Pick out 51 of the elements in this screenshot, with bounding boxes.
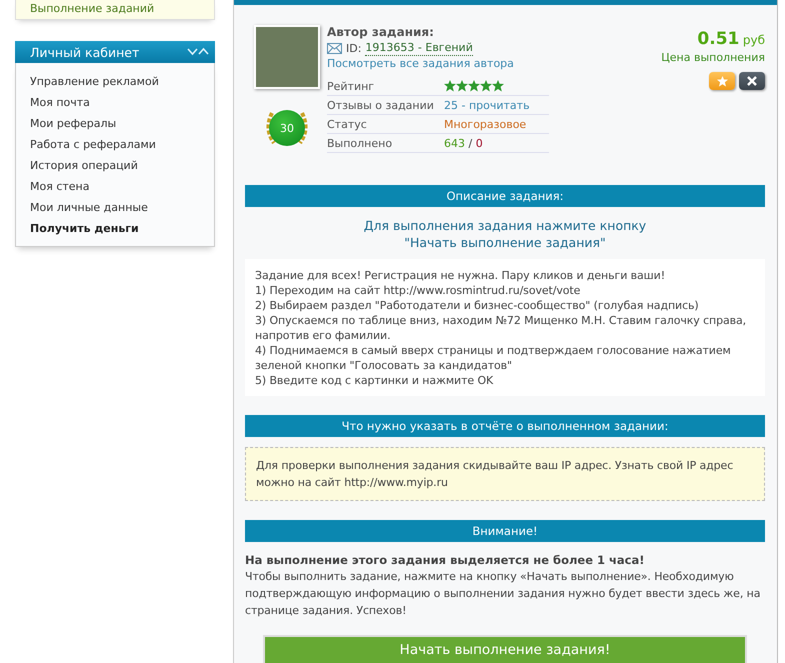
stat-label: Выполнено [327,136,394,150]
star-icon [468,80,480,92]
report-text: Для проверки выполнения задания скидывайте ваш IP адрес. Узнать свой IP адрес можно на сайт http://www.myip.ru [256,458,734,491]
price-currency: руб [742,33,765,47]
section-header: Внимание! [245,520,765,542]
section-title: Личный кабинет [30,44,140,60]
menu-item[interactable]: Моя почта [30,92,90,113]
price-amount: 0.51 [697,29,740,49]
id-label: ID: [346,40,362,56]
stat-label: Статус [327,118,368,130]
collapse-chevrons-icon[interactable] [187,47,209,57]
star-icon [444,80,456,92]
rejected-count: 0 [476,136,483,150]
menu-item[interactable]: История операций [30,155,138,176]
section-header: Что нужно указать в отчёте о выполненном задании: [245,415,765,437]
completed-count: 643 [444,136,465,150]
status-value: Многоразовое [444,118,526,130]
count-separator: / [468,136,472,150]
close-icon [747,76,757,86]
menu-item[interactable]: Мои рефералы [30,113,116,134]
price-label: Цена выполнения [661,51,765,64]
instruction-title: Для выполнения задания нажмите кнопку [362,217,648,234]
author-heading: Автор задания: [327,25,435,40]
avatar-photo-placeholder [254,25,320,89]
description-line: 1) Переходим на сайт http://www.rosmintrud.ru/sovet/vote [255,283,582,298]
star-icon [716,76,728,86]
stat-label: Отзывы о задании [327,98,435,112]
menu-item[interactable]: Моя стена [30,176,90,197]
instruction-title: "Начать выполнение задания" [403,234,607,251]
description-line: Задание для всех! Регистрация не нужна. Пару кликов и деньги ваши! [255,268,666,283]
star-icon [480,80,492,92]
menu-item[interactable]: Получить деньги [30,218,139,239]
menu-item[interactable]: Мои личные данные [30,197,148,218]
envelope-icon[interactable] [327,42,342,54]
menu-item[interactable]: Работа с рефералами [30,134,156,155]
menu-item[interactable]: Управление рекламой [30,71,159,92]
author-link[interactable]: 1913653 - Евгений [365,40,473,56]
close-button[interactable] [739,72,765,90]
time-limit-warning: На выполнение этого задания выделяется не более 1 часа! [245,552,646,568]
section-header[interactable]: Личный кабинет [15,41,215,63]
all-tasks-link[interactable]: Посмотреть все задания автора [327,56,549,72]
star-icon [456,80,468,92]
description-line: 3) Опускаемся по таблице вниз, находим №72 Мищенко М.Н. Ставим галочку справа, напротив его фамилии. [255,313,748,343]
stat-label: Рейтинг [327,80,376,92]
reviews-link[interactable]: 25 - прочитать [444,98,530,112]
attention-text: Чтобы выполнить задание, нажмите на кнопку «Начать выполнение». Необходимую подтверждающую информацию о выполнении задания нужно будет ввести здесь же, на странице задания. Успехов! [245,569,762,619]
description-line: 2) Выбираем раздел "Работодатели и бизнес-сообщество" (голубая надпись) [255,298,700,313]
description-line: 5) Введите код с картинки и нажмите OK [255,373,494,388]
star-icon [492,80,504,92]
description-line: 4) Поднимаемся в самый вверх страницы и подтверждаем голосование нажатием зеленой кнопки "Голосовать за кандидатов" [255,343,732,373]
section-header: Описание задания: [245,185,765,207]
